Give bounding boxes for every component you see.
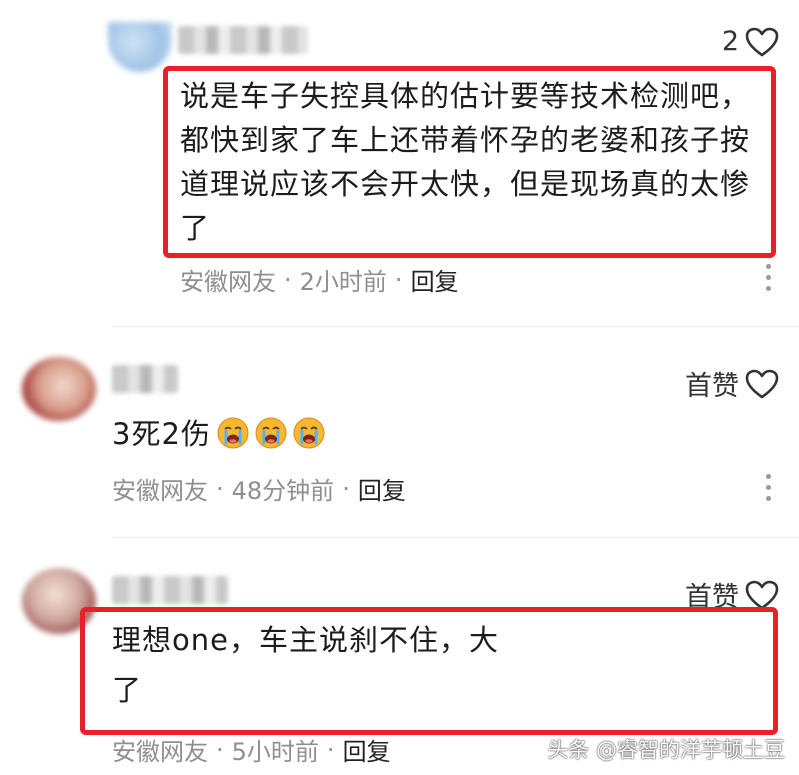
like-label: 首赞 [685, 371, 739, 402]
comment-line: 都快到家了车上还带着怀孕的老婆和孩子按 [180, 123, 751, 157]
separator-dot: · [394, 265, 403, 294]
comment-time: 5小时前 [231, 738, 319, 766]
reply-button[interactable]: 回复 [358, 471, 406, 506]
username-blurred[interactable] [112, 365, 178, 393]
heart-outline-icon [745, 580, 779, 610]
comment-line: 道理说应该不会开太快，但是现场真的太惨 [180, 167, 751, 201]
heart-outline-icon [745, 369, 779, 399]
comment-meta: 安徽网友 · 48分钟前 · 回复 [112, 471, 406, 506]
comment-line: 理想one，车主说刹不住，大 [112, 623, 499, 657]
separator-dot: · [326, 735, 335, 764]
like-button[interactable]: 首赞 [685, 364, 779, 403]
separator-dot: · [216, 474, 224, 503]
username-blurred[interactable] [178, 26, 308, 54]
divider [112, 537, 799, 538]
crying-face-icon [217, 417, 249, 449]
comment-time: 2小时前 [299, 268, 387, 296]
divider [112, 326, 799, 327]
comment-meta: 安徽网友 · 5小时前 · 回复 [112, 732, 391, 767]
crying-face-icon [293, 417, 325, 449]
crying-face-icon [255, 417, 287, 449]
comment-line: 3死2伤 [112, 417, 211, 451]
comment-text: 说是车子失控具体的估计要等技术检测吧， 都快到家了车上还带着怀孕的老婆和孩子按 … [180, 74, 770, 250]
comment-time: 48分钟前 [231, 477, 335, 505]
text-cover [560, 612, 772, 724]
like-count: 2 [721, 26, 739, 57]
separator-dot: · [342, 474, 350, 503]
more-vertical-icon[interactable] [766, 474, 771, 501]
user-location: 安徽网友 [112, 477, 208, 505]
username-blurred[interactable] [112, 576, 228, 604]
heart-outline-icon [745, 27, 779, 57]
emoji-group [211, 417, 325, 451]
avatar[interactable] [22, 357, 96, 421]
separator-dot: · [284, 265, 292, 294]
avatar[interactable] [108, 22, 172, 72]
user-location: 安徽网友 [180, 268, 276, 296]
comment-line: 说是车子失控具体的估计要等技术检测吧， [180, 79, 751, 113]
comment-line: 了 [112, 673, 143, 707]
reply-button[interactable]: 回复 [411, 262, 459, 297]
reply-button[interactable]: 回复 [343, 732, 391, 767]
comment-line: 了 [180, 211, 211, 245]
more-vertical-icon[interactable] [766, 264, 771, 291]
comment-text: 理想one，车主说刹不住，大 了 [112, 618, 499, 712]
watermark: 头条 @睿智的洋芋顿土豆 [547, 738, 785, 762]
comment-meta: 安徽网友 · 2小时前 · 回复 [180, 262, 459, 297]
user-location: 安徽网友 [112, 738, 208, 766]
comment-text: 3死2伤 [112, 412, 325, 456]
separator-dot: · [216, 735, 224, 764]
like-button[interactable]: 2 [722, 26, 779, 57]
